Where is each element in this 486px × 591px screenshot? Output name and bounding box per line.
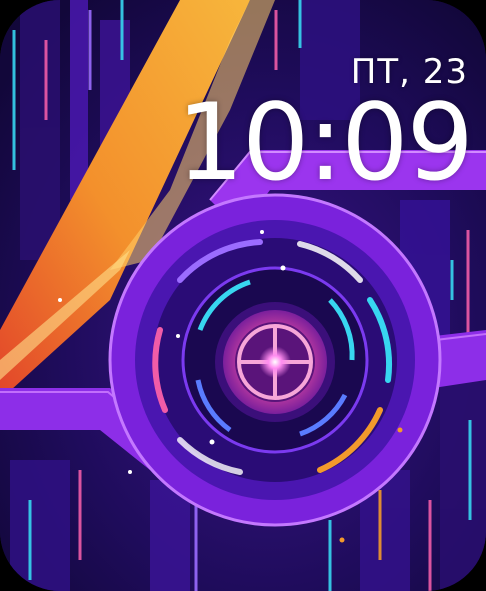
time-label[interactable]: 10:09 xyxy=(177,90,474,196)
watch-face: ПТ, 23 10:09 xyxy=(0,0,486,591)
